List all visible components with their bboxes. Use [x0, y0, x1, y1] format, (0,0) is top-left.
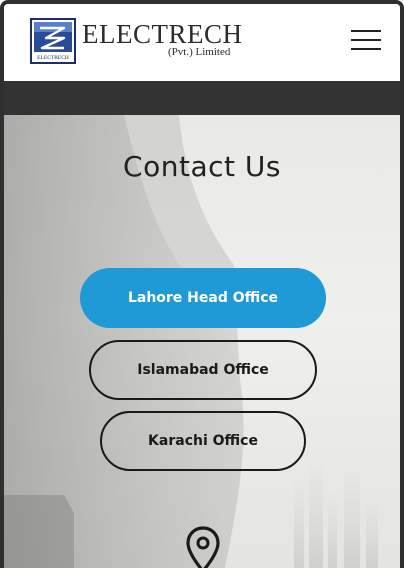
menu-bar-middle: [351, 39, 381, 41]
lahore-office-button[interactable]: Lahore Head Office: [80, 268, 326, 328]
menu-bar-bottom: [351, 48, 381, 50]
site-header: ELECTRECH ELECTRECH (Pvt.) Limited: [4, 4, 400, 81]
map-pin-icon: [186, 526, 220, 568]
contact-hero: Contact Us Lahore Head Office Islamabad …: [4, 115, 400, 568]
brand-name: ELECTRECH: [82, 19, 243, 49]
hamburger-menu-icon[interactable]: [351, 28, 383, 50]
page-title: Contact Us: [123, 149, 281, 183]
page-frame: ELECTRECH ELECTRECH (Pvt.) Limited Conta…: [0, 0, 404, 568]
logo-mark-text: ELECTRECH: [37, 55, 69, 61]
header-dark-strip: [4, 81, 400, 115]
brand-subtitle: (Pvt.) Limited: [168, 46, 231, 58]
electrech-logo-icon: ELECTRECH: [30, 18, 76, 64]
karachi-office-button[interactable]: Karachi Office: [100, 411, 306, 471]
islamabad-office-button[interactable]: Islamabad Office: [89, 340, 317, 400]
brand-logo[interactable]: ELECTRECH ELECTRECH (Pvt.) Limited: [30, 18, 244, 68]
menu-bar-top: [351, 30, 381, 32]
